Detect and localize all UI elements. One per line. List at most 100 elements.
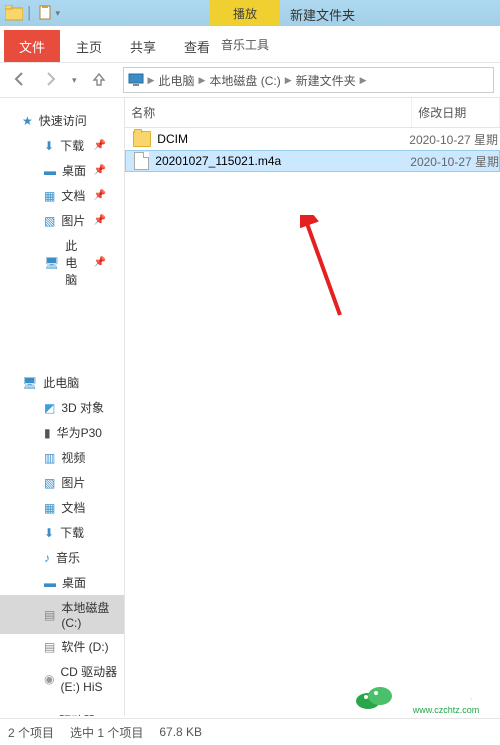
context-tab-header: 播放 xyxy=(210,0,280,26)
qat-clipboard-icon[interactable] xyxy=(37,5,53,21)
file-row[interactable]: DCIM 2020-10-27 星期 xyxy=(125,128,500,150)
status-selection: 选中 1 个项目 xyxy=(70,724,143,741)
nav-recent-dropdown[interactable]: ▾ xyxy=(66,70,83,91)
pin-icon: 📌 xyxy=(94,140,106,151)
column-date[interactable]: 修改日期 xyxy=(412,98,500,127)
sidebar-blank-area xyxy=(14,296,110,366)
sidebar-item-label: 桌面 xyxy=(62,162,86,179)
file-tab[interactable]: 文件 xyxy=(4,30,60,62)
sidebar-music[interactable]: ♪ 音乐 xyxy=(0,545,124,570)
column-name[interactable]: 名称 xyxy=(125,98,412,127)
music-icon: ♪ xyxy=(44,551,50,565)
sidebar-documents-2[interactable]: ▦ 文档 xyxy=(0,495,124,520)
pc-icon xyxy=(128,73,144,87)
nav-forward-button[interactable] xyxy=(36,66,64,95)
watermark-text-cn: 春蚕游戏网 xyxy=(396,682,496,704)
nav-up-button[interactable] xyxy=(85,66,113,95)
sidebar-3d-objects[interactable]: ◩ 3D 对象 xyxy=(0,395,124,420)
sidebar-downloads-2[interactable]: ⬇ 下载 xyxy=(0,520,124,545)
sidebar-documents[interactable]: ▦ 文档 📌 xyxy=(0,183,124,208)
pc-icon: 🖥 xyxy=(22,376,37,390)
sidebar-item-label: CD 驱动器 (E:) HiSui xyxy=(38,712,124,716)
tab-home[interactable]: 主页 xyxy=(62,30,116,62)
navigation-pane: ★ 快速访问 ⬇ 下载 📌 ▬ 桌面 📌 ▦ 文档 📌 ▧ 图片 📌 🖥 此电脑… xyxy=(0,98,125,716)
navbar: ▾ ▶ 此电脑▶ 本地磁盘 (C:)▶ 新建文件夹▶ xyxy=(0,63,500,98)
pin-icon: 📌 xyxy=(94,165,106,176)
sidebar-phone[interactable]: ▮ 华为P30 xyxy=(0,420,124,445)
folder-app-icon xyxy=(5,5,23,21)
sidebar-item-label: 视频 xyxy=(61,449,85,466)
sidebar-pictures[interactable]: ▧ 图片 📌 xyxy=(0,208,124,233)
document-icon: ▦ xyxy=(44,189,55,203)
status-item-count: 2 个项目 xyxy=(8,724,54,741)
sidebar-item-label: 此电脑 xyxy=(43,374,79,391)
sidebar-item-label: 下载 xyxy=(60,524,84,541)
qat-divider-icon: │ xyxy=(26,6,34,20)
breadcrumb-item[interactable]: 本地磁盘 (C:)▶ xyxy=(209,72,291,89)
phone-icon: ▮ xyxy=(44,426,51,440)
breadcrumb-item[interactable]: 此电脑▶ xyxy=(158,72,205,89)
sidebar-item-label: 文档 xyxy=(61,499,85,516)
sidebar-drive-e-cd-2[interactable]: ◉ CD 驱动器 (E:) HiSui xyxy=(0,708,124,716)
file-row[interactable]: 20201027_115021.m4a 2020-10-27 星期 xyxy=(125,150,500,172)
tab-share[interactable]: 共享 xyxy=(116,30,170,62)
drive-icon: ▤ xyxy=(44,608,55,622)
star-icon: ★ xyxy=(22,114,33,128)
sidebar-videos[interactable]: ▥ 视频 xyxy=(0,445,124,470)
nav-back-button[interactable] xyxy=(6,66,34,95)
file-name: DCIM xyxy=(157,132,188,146)
file-name: 20201027_115021.m4a xyxy=(155,154,281,168)
pin-icon: 📌 xyxy=(94,190,106,201)
qat-dropdown-icon[interactable]: ▾ xyxy=(56,8,61,19)
context-tab[interactable]: 音乐工具 xyxy=(210,26,280,62)
sidebar-item-label: 快速访问 xyxy=(39,112,87,129)
sidebar-item-label: 软件 (D:) xyxy=(61,638,108,655)
ribbon: 文件 主页 共享 查看 播放 音乐工具 新建文件夹 xyxy=(0,26,500,63)
desktop-icon: ▬ xyxy=(44,576,56,590)
cube-icon: ◩ xyxy=(44,401,55,415)
pc-icon: 🖥 xyxy=(44,256,59,270)
sidebar-item-label: 图片 xyxy=(61,212,85,229)
sidebar-item-label: 音乐 xyxy=(56,549,80,566)
download-icon: ⬇ xyxy=(44,526,54,540)
sidebar-item-label: 图片 xyxy=(61,474,85,491)
file-list-pane: 名称 修改日期 DCIM 2020-10-27 星期 20201027_1150… xyxy=(125,98,500,716)
sidebar-this-pc-pinned[interactable]: 🖥 此电脑 📌 xyxy=(0,233,124,292)
file-date: 2020-10-27 星期 xyxy=(410,153,499,170)
sidebar-desktop-2[interactable]: ▬ 桌面 xyxy=(0,570,124,595)
sidebar-drive-c[interactable]: ▤ 本地磁盘 (C:) xyxy=(0,595,124,634)
pin-icon: 📌 xyxy=(94,257,106,268)
desktop-icon: ▬ xyxy=(44,164,56,178)
pin-icon: 📌 xyxy=(94,215,106,226)
download-icon: ⬇ xyxy=(44,139,54,153)
watermark: 春蚕游戏网 www.czchtz.com xyxy=(350,674,500,717)
sidebar-item-label: 3D 对象 xyxy=(61,399,104,416)
sidebar-item-label: 下载 xyxy=(60,137,84,154)
sidebar-desktop[interactable]: ▬ 桌面 📌 xyxy=(0,158,124,183)
sidebar-drive-e-cd[interactable]: ◉ CD 驱动器 (E:) HiS xyxy=(0,659,124,698)
status-size: 67.8 KB xyxy=(159,725,202,739)
breadcrumb-item[interactable]: 新建文件夹▶ xyxy=(296,72,367,89)
watermark-logo-icon xyxy=(354,681,394,711)
file-icon xyxy=(134,152,149,170)
disc-icon: ◉ xyxy=(44,672,54,686)
sidebar-drive-d[interactable]: ▤ 软件 (D:) xyxy=(0,634,124,659)
sidebar-this-pc[interactable]: 🖥 此电脑 xyxy=(0,370,124,395)
window-title: 新建文件夹 xyxy=(290,5,355,24)
file-date: 2020-10-27 星期 xyxy=(409,131,500,148)
chevron-right-icon[interactable]: ▶ xyxy=(148,75,155,86)
column-headers: 名称 修改日期 xyxy=(125,98,500,128)
pictures-icon: ▧ xyxy=(44,476,55,490)
status-bar: 2 个项目 选中 1 个项目 67.8 KB xyxy=(0,718,500,745)
sidebar-item-label: 桌面 xyxy=(62,574,86,591)
drive-icon: ▤ xyxy=(44,640,55,654)
sidebar-item-label: CD 驱动器 (E:) HiS xyxy=(60,663,124,694)
sidebar-downloads[interactable]: ⬇ 下载 📌 xyxy=(0,133,124,158)
pictures-icon: ▧ xyxy=(44,214,55,228)
address-bar[interactable]: ▶ 此电脑▶ 本地磁盘 (C:)▶ 新建文件夹▶ xyxy=(123,67,494,93)
sidebar-pictures-2[interactable]: ▧ 图片 xyxy=(0,470,124,495)
sidebar-item-label: 本地磁盘 (C:) xyxy=(61,599,124,630)
sidebar-quick-access[interactable]: ★ 快速访问 xyxy=(0,108,124,133)
document-icon: ▦ xyxy=(44,501,55,515)
sidebar-item-label: 华为P30 xyxy=(57,424,102,441)
